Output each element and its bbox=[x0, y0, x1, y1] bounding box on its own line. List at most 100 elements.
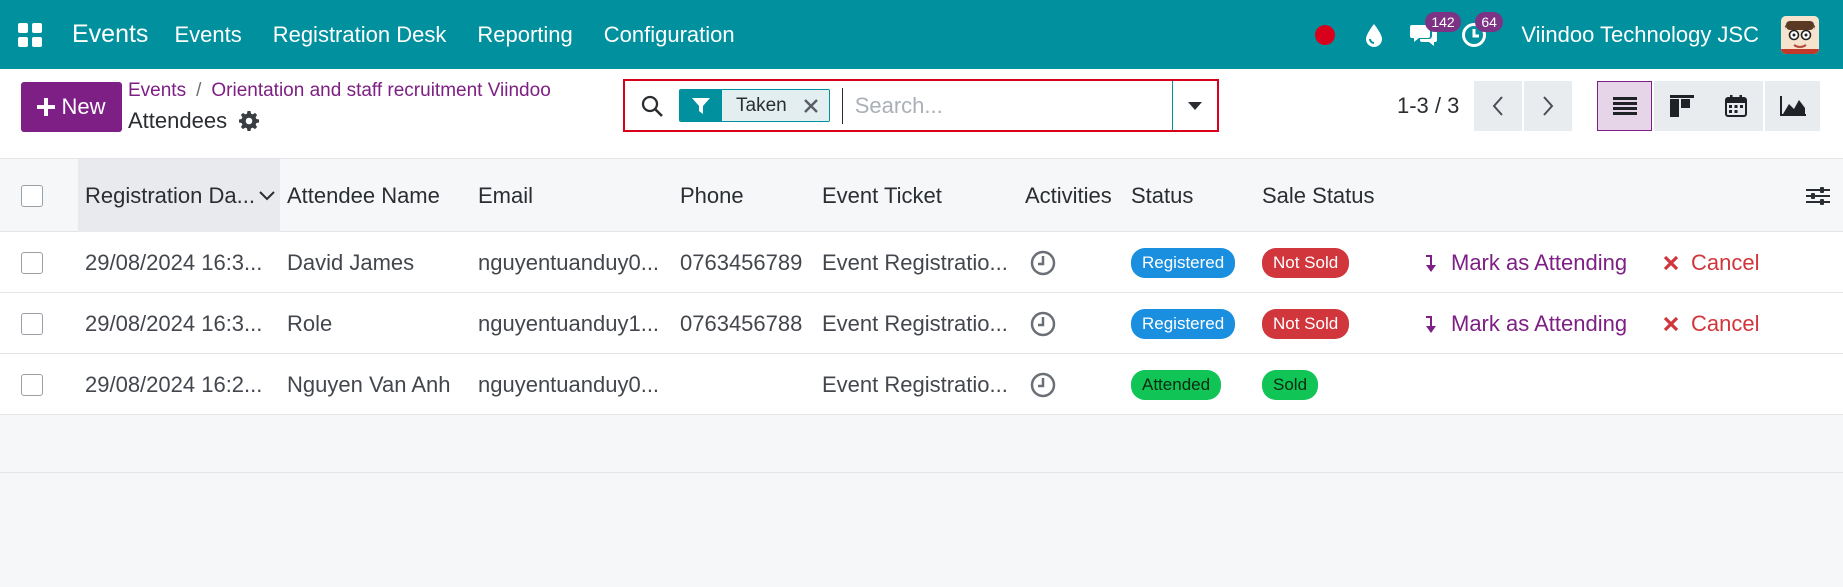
cancel-button[interactable]: Cancel bbox=[1663, 293, 1759, 354]
activities-clock-icon[interactable]: 64 bbox=[1459, 11, 1503, 50]
menu-configuration[interactable]: Configuration bbox=[604, 22, 735, 48]
mark-attending-button[interactable]: Mark as Attending bbox=[1425, 293, 1627, 354]
row-checkbox-cell bbox=[21, 293, 43, 354]
list-icon bbox=[1612, 97, 1637, 115]
sale-status-badge-cell: Not Sold bbox=[1262, 232, 1350, 293]
menu-reporting[interactable]: Reporting bbox=[477, 22, 572, 48]
mark-attending-label: Mark as Attending bbox=[1451, 310, 1628, 336]
filter-icon bbox=[680, 90, 722, 121]
row-checkbox-cell bbox=[21, 354, 43, 415]
cell-phone: 0763456788 bbox=[680, 310, 803, 336]
plus-icon bbox=[37, 98, 56, 116]
breadcrumb: Events / Orientation and staff recruitment… bbox=[128, 80, 551, 102]
status-badge: Registered bbox=[1131, 247, 1236, 278]
activity-clock-icon[interactable] bbox=[1030, 232, 1056, 293]
menu-events[interactable]: Events bbox=[174, 22, 241, 48]
cell-phone: 0763456789 bbox=[680, 249, 803, 275]
caret-down-icon bbox=[1188, 101, 1202, 110]
row-checkbox[interactable] bbox=[21, 251, 43, 274]
pager-next-button[interactable] bbox=[1524, 81, 1572, 131]
activities-badge: 64 bbox=[1475, 11, 1503, 32]
column-status[interactable]: Status bbox=[1131, 159, 1193, 232]
pager-previous-button[interactable] bbox=[1474, 81, 1522, 131]
attendees-list: Registration Da... Attendee Name Email P… bbox=[0, 159, 1843, 473]
status-badge: Registered bbox=[1131, 308, 1236, 339]
cell-email: nguyentuanduy0... bbox=[478, 371, 660, 397]
app-name[interactable]: Events bbox=[72, 20, 148, 49]
column-label: Registration Da... bbox=[85, 182, 255, 208]
close-icon bbox=[1663, 316, 1679, 331]
breadcrumb-separator: / bbox=[196, 80, 202, 101]
status-badge: Attended bbox=[1131, 369, 1222, 400]
cell-event-ticket: Event Registratio... bbox=[822, 249, 1008, 275]
calendar-view-button[interactable] bbox=[1708, 81, 1763, 131]
sale-status-badge-cell: Sold bbox=[1262, 354, 1319, 415]
cell-registration-date: 29/08/2024 16:2... bbox=[85, 371, 263, 397]
column-registration-date[interactable]: Registration Da... bbox=[78, 159, 280, 232]
select-all-checkbox-cell bbox=[21, 159, 43, 232]
gear-icon[interactable] bbox=[239, 111, 260, 131]
mark-attending-button[interactable]: Mark as Attending bbox=[1425, 232, 1627, 293]
app-switcher-icon[interactable] bbox=[18, 20, 48, 50]
calendar-icon bbox=[1724, 95, 1747, 117]
messages-badge: 142 bbox=[1425, 11, 1461, 32]
sale-status-badge: Sold bbox=[1262, 369, 1319, 400]
chevron-right-icon bbox=[1543, 96, 1554, 116]
company-switcher[interactable]: Viindoo Technology JSC bbox=[1521, 22, 1759, 48]
kanban-view-button[interactable] bbox=[1654, 81, 1709, 131]
column-attendee-name[interactable]: Attendee Name bbox=[287, 159, 440, 232]
arrow-down-turn-icon bbox=[1426, 315, 1436, 333]
column-event-ticket[interactable]: Event Ticket bbox=[822, 159, 942, 232]
cell-email: nguyentuanduy0... bbox=[478, 249, 660, 275]
avatar[interactable] bbox=[1781, 15, 1819, 54]
column-activities[interactable]: Activities bbox=[1025, 159, 1112, 232]
activity-clock-icon[interactable] bbox=[1030, 354, 1056, 415]
table-row[interactable]: 29/08/2024 16:3... Role nguyentuanduy1..… bbox=[0, 293, 1843, 354]
optional-columns-icon[interactable] bbox=[1806, 159, 1830, 232]
facet-value: Taken bbox=[736, 94, 787, 116]
sale-status-badge-cell: Not Sold bbox=[1262, 293, 1350, 354]
page-title: Attendees bbox=[128, 108, 260, 134]
remove-facet-icon[interactable] bbox=[803, 98, 819, 114]
control-panel: New Events / Orientation and staff recruit… bbox=[0, 69, 1843, 159]
drop-icon[interactable] bbox=[1359, 20, 1389, 50]
search-options-toggle[interactable] bbox=[1172, 81, 1217, 130]
cancel-button[interactable]: Cancel bbox=[1663, 232, 1759, 293]
search-input[interactable] bbox=[841, 87, 1172, 124]
messages-icon[interactable]: 142 bbox=[1409, 11, 1461, 50]
top-navbar: Events Events Registration Desk Reportin… bbox=[0, 0, 1843, 69]
new-button[interactable]: New bbox=[21, 82, 122, 132]
chevron-left-icon bbox=[1492, 96, 1503, 116]
sort-chevron-down-icon bbox=[259, 190, 275, 200]
breadcrumb-event[interactable]: Orientation and staff recruitment Viindo… bbox=[211, 80, 550, 101]
status-badge-cell: Registered bbox=[1131, 293, 1236, 354]
row-checkbox-cell bbox=[21, 232, 43, 293]
graph-icon bbox=[1779, 96, 1806, 116]
cancel-label: Cancel bbox=[1691, 249, 1760, 275]
table-header: Registration Da... Attendee Name Email P… bbox=[0, 159, 1843, 232]
cell-event-ticket: Event Registratio... bbox=[822, 371, 1008, 397]
kanban-icon bbox=[1669, 95, 1694, 117]
search-icon[interactable] bbox=[625, 81, 679, 130]
cell-registration-date: 29/08/2024 16:3... bbox=[85, 249, 263, 275]
pager-value[interactable]: 1-3 / 3 bbox=[1397, 93, 1459, 119]
table-row[interactable]: 29/08/2024 16:2... Nguyen Van Anh nguyen… bbox=[0, 354, 1843, 415]
list-view-button[interactable] bbox=[1597, 81, 1652, 131]
row-checkbox[interactable] bbox=[21, 373, 43, 396]
row-checkbox[interactable] bbox=[21, 312, 43, 335]
cell-attendee-name: Role bbox=[287, 310, 333, 336]
cancel-label: Cancel bbox=[1691, 310, 1760, 336]
record-icon[interactable] bbox=[1315, 24, 1336, 45]
column-sale-status[interactable]: Sale Status bbox=[1262, 159, 1375, 232]
cell-event-ticket: Event Registratio... bbox=[822, 310, 1008, 336]
mark-attending-label: Mark as Attending bbox=[1451, 249, 1628, 275]
select-all-checkbox[interactable] bbox=[21, 184, 43, 207]
table-row[interactable]: 29/08/2024 16:3... David James nguyentua… bbox=[0, 232, 1843, 293]
menu-registration-desk[interactable]: Registration Desk bbox=[273, 22, 447, 48]
breadcrumb-events[interactable]: Events bbox=[128, 80, 186, 101]
graph-view-button[interactable] bbox=[1765, 81, 1820, 131]
column-phone[interactable]: Phone bbox=[680, 159, 744, 232]
activity-clock-icon[interactable] bbox=[1030, 293, 1056, 354]
column-email[interactable]: Email bbox=[478, 159, 533, 232]
arrow-down-turn-icon bbox=[1426, 254, 1436, 272]
